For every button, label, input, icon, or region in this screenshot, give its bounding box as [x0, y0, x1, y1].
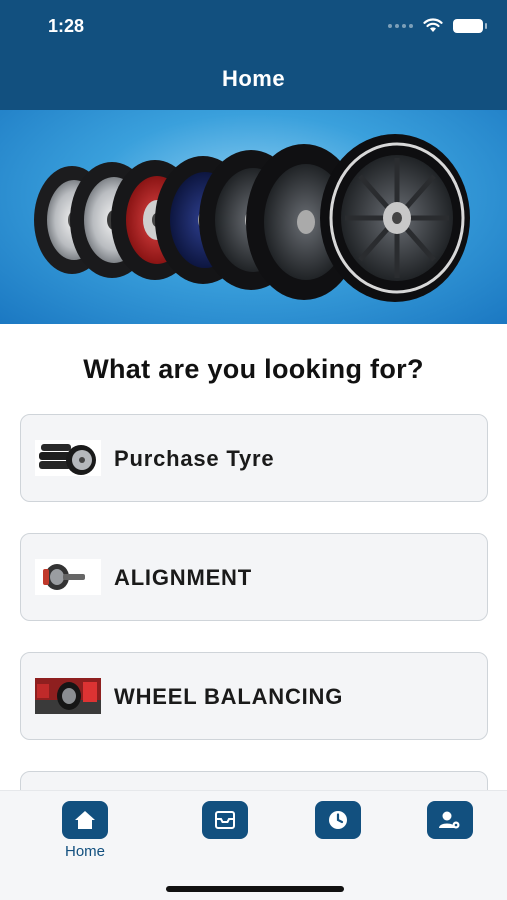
wheel-balancing-image	[35, 678, 101, 714]
status-icons	[388, 18, 487, 33]
page-title: Home	[221, 66, 286, 91]
purchase-tyre-label: Purchase Tyre	[114, 446, 275, 471]
bottom-tab-bar: Home	[0, 790, 507, 900]
tab-home-label: Home	[64, 843, 105, 860]
inbox-icon	[202, 801, 248, 839]
alignment-label: ALIGNMENT	[114, 565, 252, 590]
battery-icon	[453, 18, 487, 33]
app-header: 1:28 Home	[0, 0, 507, 110]
alignment-image	[35, 559, 101, 595]
home-indicator	[166, 886, 344, 892]
tyres-image	[35, 440, 101, 476]
wheel-balancing-card[interactable]: WHEEL BALANCING	[20, 652, 488, 740]
tab-inbox[interactable]	[195, 801, 255, 839]
section-question: What are you looking for?	[83, 354, 424, 384]
status-bar: 1:28	[0, 0, 507, 52]
clock-icon	[315, 801, 361, 839]
tab-history[interactable]	[308, 801, 368, 839]
status-time: 1:28	[48, 16, 85, 36]
alignment-card[interactable]: ALIGNMENT	[20, 533, 488, 621]
cellular-signal-icon	[388, 23, 413, 28]
tyre-lineup-image	[34, 134, 470, 302]
home-icon	[62, 801, 108, 839]
tyre-lineup-banner	[0, 110, 507, 324]
user-settings-icon	[427, 801, 473, 839]
tab-account-settings[interactable]	[420, 801, 480, 839]
tab-home[interactable]: Home	[55, 801, 115, 860]
purchase-tyre-card[interactable]: Purchase Tyre	[20, 414, 488, 502]
wheel-balancing-label: WHEEL BALANCING	[114, 684, 344, 709]
wifi-icon	[423, 18, 443, 32]
